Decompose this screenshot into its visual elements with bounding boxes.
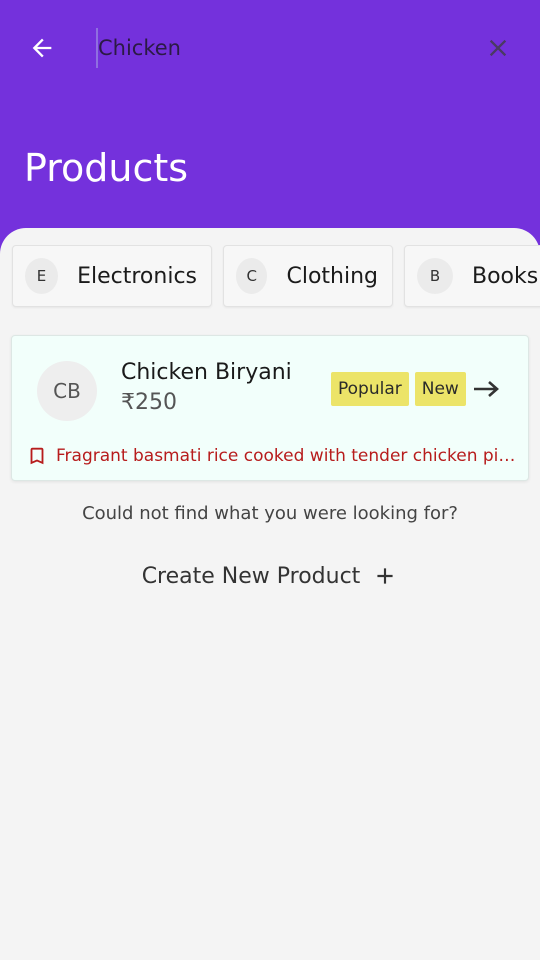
product-description: Fragrant basmati rice cooked with tender… [56, 446, 521, 466]
page-title: Products [24, 146, 189, 190]
plus-icon [377, 568, 393, 584]
product-card[interactable]: CB Chicken Biryani ₹250 Popular New Frag… [11, 335, 529, 481]
clear-search-button[interactable] [478, 28, 518, 68]
create-new-product-button[interactable]: Create New Product [130, 556, 410, 596]
arrow-right-icon[interactable] [472, 378, 500, 400]
category-avatar: C [236, 258, 268, 294]
bookmark-icon [30, 447, 44, 465]
arrow-left-icon [32, 38, 52, 58]
category-avatar: B [417, 258, 453, 294]
category-chips: E Electronics C Clothing B Books [12, 245, 540, 307]
category-chip-clothing[interactable]: C Clothing [223, 245, 393, 307]
product-price: ₹250 [121, 390, 177, 415]
back-button[interactable] [22, 28, 62, 68]
product-name: Chicken Biryani [121, 360, 292, 385]
create-new-product-label: Create New Product [141, 563, 361, 589]
category-avatar: E [25, 258, 59, 294]
search-input[interactable] [96, 28, 456, 68]
category-chip-books[interactable]: B Books [404, 245, 540, 307]
category-label: Clothing [286, 263, 378, 289]
not-found-text: Could not find what you were looking for… [82, 503, 458, 524]
product-tags: Popular New [331, 372, 466, 406]
tag-new: New [414, 372, 466, 406]
product-description-row: Fragrant basmati rice cooked with tender… [26, 444, 521, 468]
close-icon [489, 39, 507, 57]
product-avatar: CB [37, 361, 97, 421]
category-label: Books [472, 263, 539, 289]
category-label: Electronics [77, 263, 197, 289]
tag-popular: Popular [331, 372, 409, 406]
app-header: Products [0, 0, 540, 260]
category-chip-electronics[interactable]: E Electronics [12, 245, 212, 307]
